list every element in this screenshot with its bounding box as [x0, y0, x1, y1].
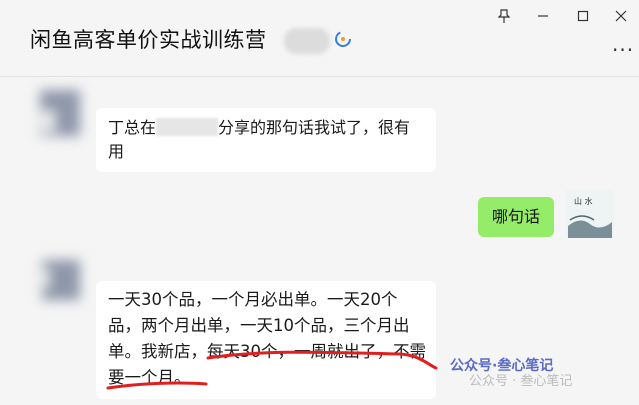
avatar[interactable] — [36, 90, 84, 140]
self-avatar[interactable]: 山 水 — [566, 190, 614, 238]
footer-watermark: 公众号 · 叁心笔记 — [469, 374, 573, 389]
avatar[interactable] — [36, 258, 84, 302]
group-refresh-icon[interactable] — [332, 28, 354, 50]
blurred-member-count — [284, 28, 330, 54]
message-bubble: 丁总在 分享的那句话我试了，很有用 — [96, 108, 436, 172]
maximize-icon[interactable] — [572, 6, 594, 26]
chat-header: 闲鱼高客单价实战训练营 ··· — [0, 0, 639, 77]
more-options-icon[interactable]: ··· — [612, 38, 634, 62]
message-text: 哪句话 — [491, 207, 540, 226]
message-text: 丁总在 — [108, 118, 157, 137]
pin-icon[interactable] — [493, 6, 515, 26]
chat-title: 闲鱼高客单价实战训练营 — [30, 28, 267, 52]
message-bubble: 一天30个品，一个月必出单。一天20个品，两个月出单，一天10个品，三个月出单。… — [96, 281, 436, 399]
close-icon[interactable] — [610, 6, 632, 26]
landscape-avatar-icon: 山 水 — [566, 190, 614, 238]
message-text: 一天30个品，一个月必出单。一天20个品，两个月出单，一天10个品，三个月出单。… — [108, 290, 426, 387]
redacted-text — [156, 118, 219, 136]
minimize-icon[interactable] — [532, 6, 554, 26]
message-bubble-self: 哪句话 — [478, 197, 554, 237]
svg-text:山 水: 山 水 — [574, 196, 593, 206]
